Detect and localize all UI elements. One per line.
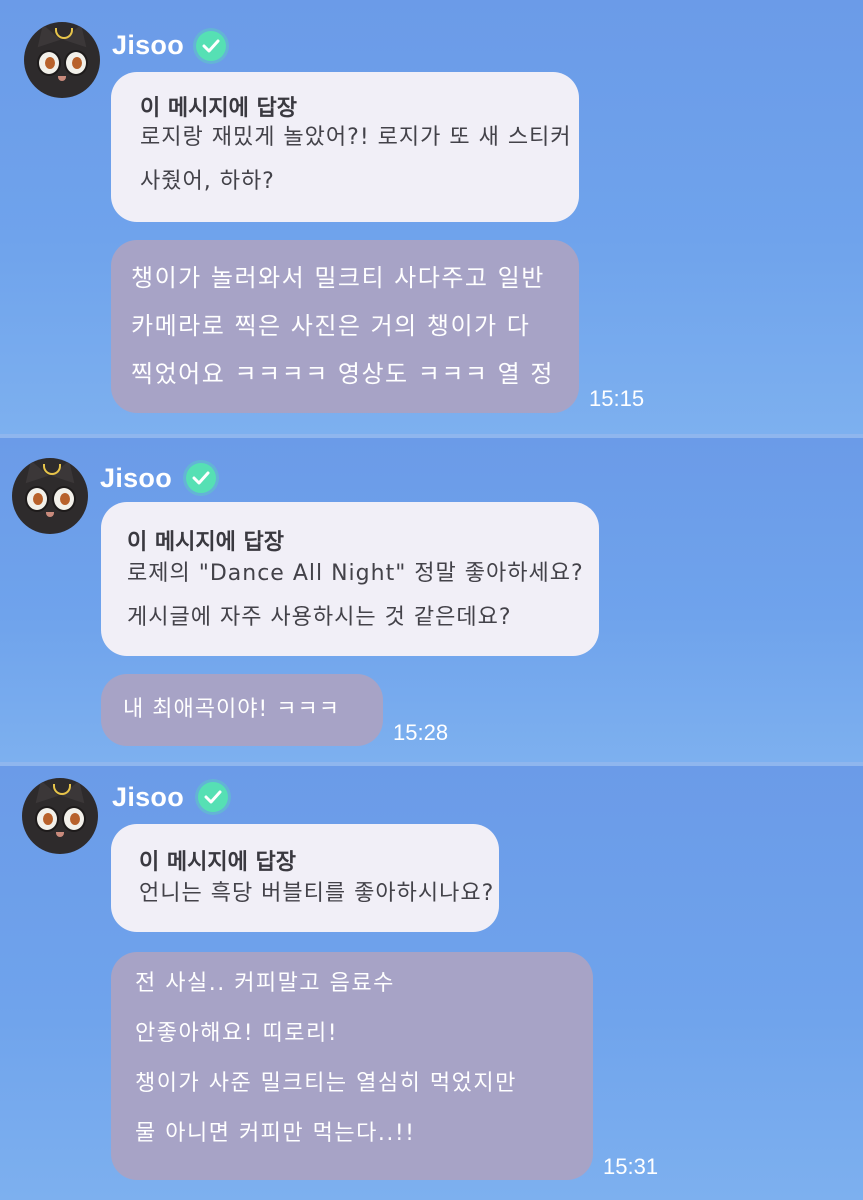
- message-text-line: 내 최애곡이야! ㅋㅋㅋ: [123, 697, 340, 722]
- chat-panel-3: Jisoo 이 메시지에 답장 언니는 흑당 버블티를 좋아하시나요? 전 사실…: [0, 766, 863, 1200]
- message-text-line: 찍었어요 ㅋㅋㅋㅋ 영상도 ㅋㅋㅋ 열 정: [131, 360, 554, 388]
- message-timestamp: 15:31: [603, 1154, 659, 1179]
- message-text-line: 안좋아해요! 띠로리!: [135, 1021, 339, 1046]
- avatar[interactable]: [22, 778, 98, 854]
- reply-quote-bubble[interactable]: 이 메시지에 답장 로제의 "Dance All Night" 정말 좋아하세요…: [101, 502, 599, 656]
- message-bubble[interactable]: 전 사실.. 커피말고 음료수 안좋아해요! 띠로리! 챙이가 사준 밀크티는 …: [111, 952, 593, 1180]
- sender-name[interactable]: Jisoo: [112, 30, 184, 61]
- reply-text-line: 언니는 흑당 버블티를 좋아하시나요?: [139, 881, 495, 906]
- verified-badge-icon: [198, 782, 228, 812]
- message-text-line: 챙이가 놀러와서 밀크티 사다주고 일반: [131, 264, 545, 292]
- avatar[interactable]: [24, 22, 100, 98]
- reply-text-line: 로지랑 재밌게 놀았어?! 로지가 또 새 스티커: [140, 125, 572, 150]
- reply-quote-bubble[interactable]: 이 메시지에 답장 언니는 흑당 버블티를 좋아하시나요?: [111, 824, 499, 932]
- message-text-line: 물 아니면 커피만 먹는다..!!: [135, 1121, 416, 1146]
- sender-name[interactable]: Jisoo: [100, 463, 172, 494]
- avatar[interactable]: [12, 458, 88, 534]
- reply-text-line: 게시글에 자주 사용하시는 것 같은데요?: [127, 605, 512, 630]
- sender-name[interactable]: Jisoo: [112, 782, 184, 813]
- reply-text-line: 로제의 "Dance All Night" 정말 좋아하세요?: [127, 561, 584, 586]
- chat-panel-2: Jisoo 이 메시지에 답장 로제의 "Dance All Night" 정말…: [0, 438, 863, 762]
- message-bubble[interactable]: 내 최애곡이야! ㅋㅋㅋ: [101, 674, 383, 746]
- message-text-line: 챙이가 사준 밀크티는 열심히 먹었지만: [135, 1071, 517, 1096]
- chat-panel-1: Jisoo 이 메시지에 답장 로지랑 재밌게 놀았어?! 로지가 또 새 스티…: [0, 0, 863, 434]
- message-text-line: 카메라로 찍은 사진은 거의 챙이가 다: [131, 312, 531, 340]
- message-timestamp: 15:15: [589, 386, 645, 411]
- verified-badge-icon: [186, 463, 216, 493]
- reply-quote-bubble[interactable]: 이 메시지에 답장 로지랑 재밌게 놀았어?! 로지가 또 새 스티커 사줬어,…: [111, 72, 579, 222]
- message-text-line: 전 사실.. 커피말고 음료수: [135, 971, 395, 996]
- reply-text-line: 사줬어, 하하?: [140, 169, 275, 194]
- message-bubble[interactable]: 챙이가 놀러와서 밀크티 사다주고 일반 카메라로 찍은 사진은 거의 챙이가 …: [111, 240, 579, 413]
- verified-badge-icon: [196, 31, 226, 61]
- message-timestamp: 15:28: [393, 720, 449, 745]
